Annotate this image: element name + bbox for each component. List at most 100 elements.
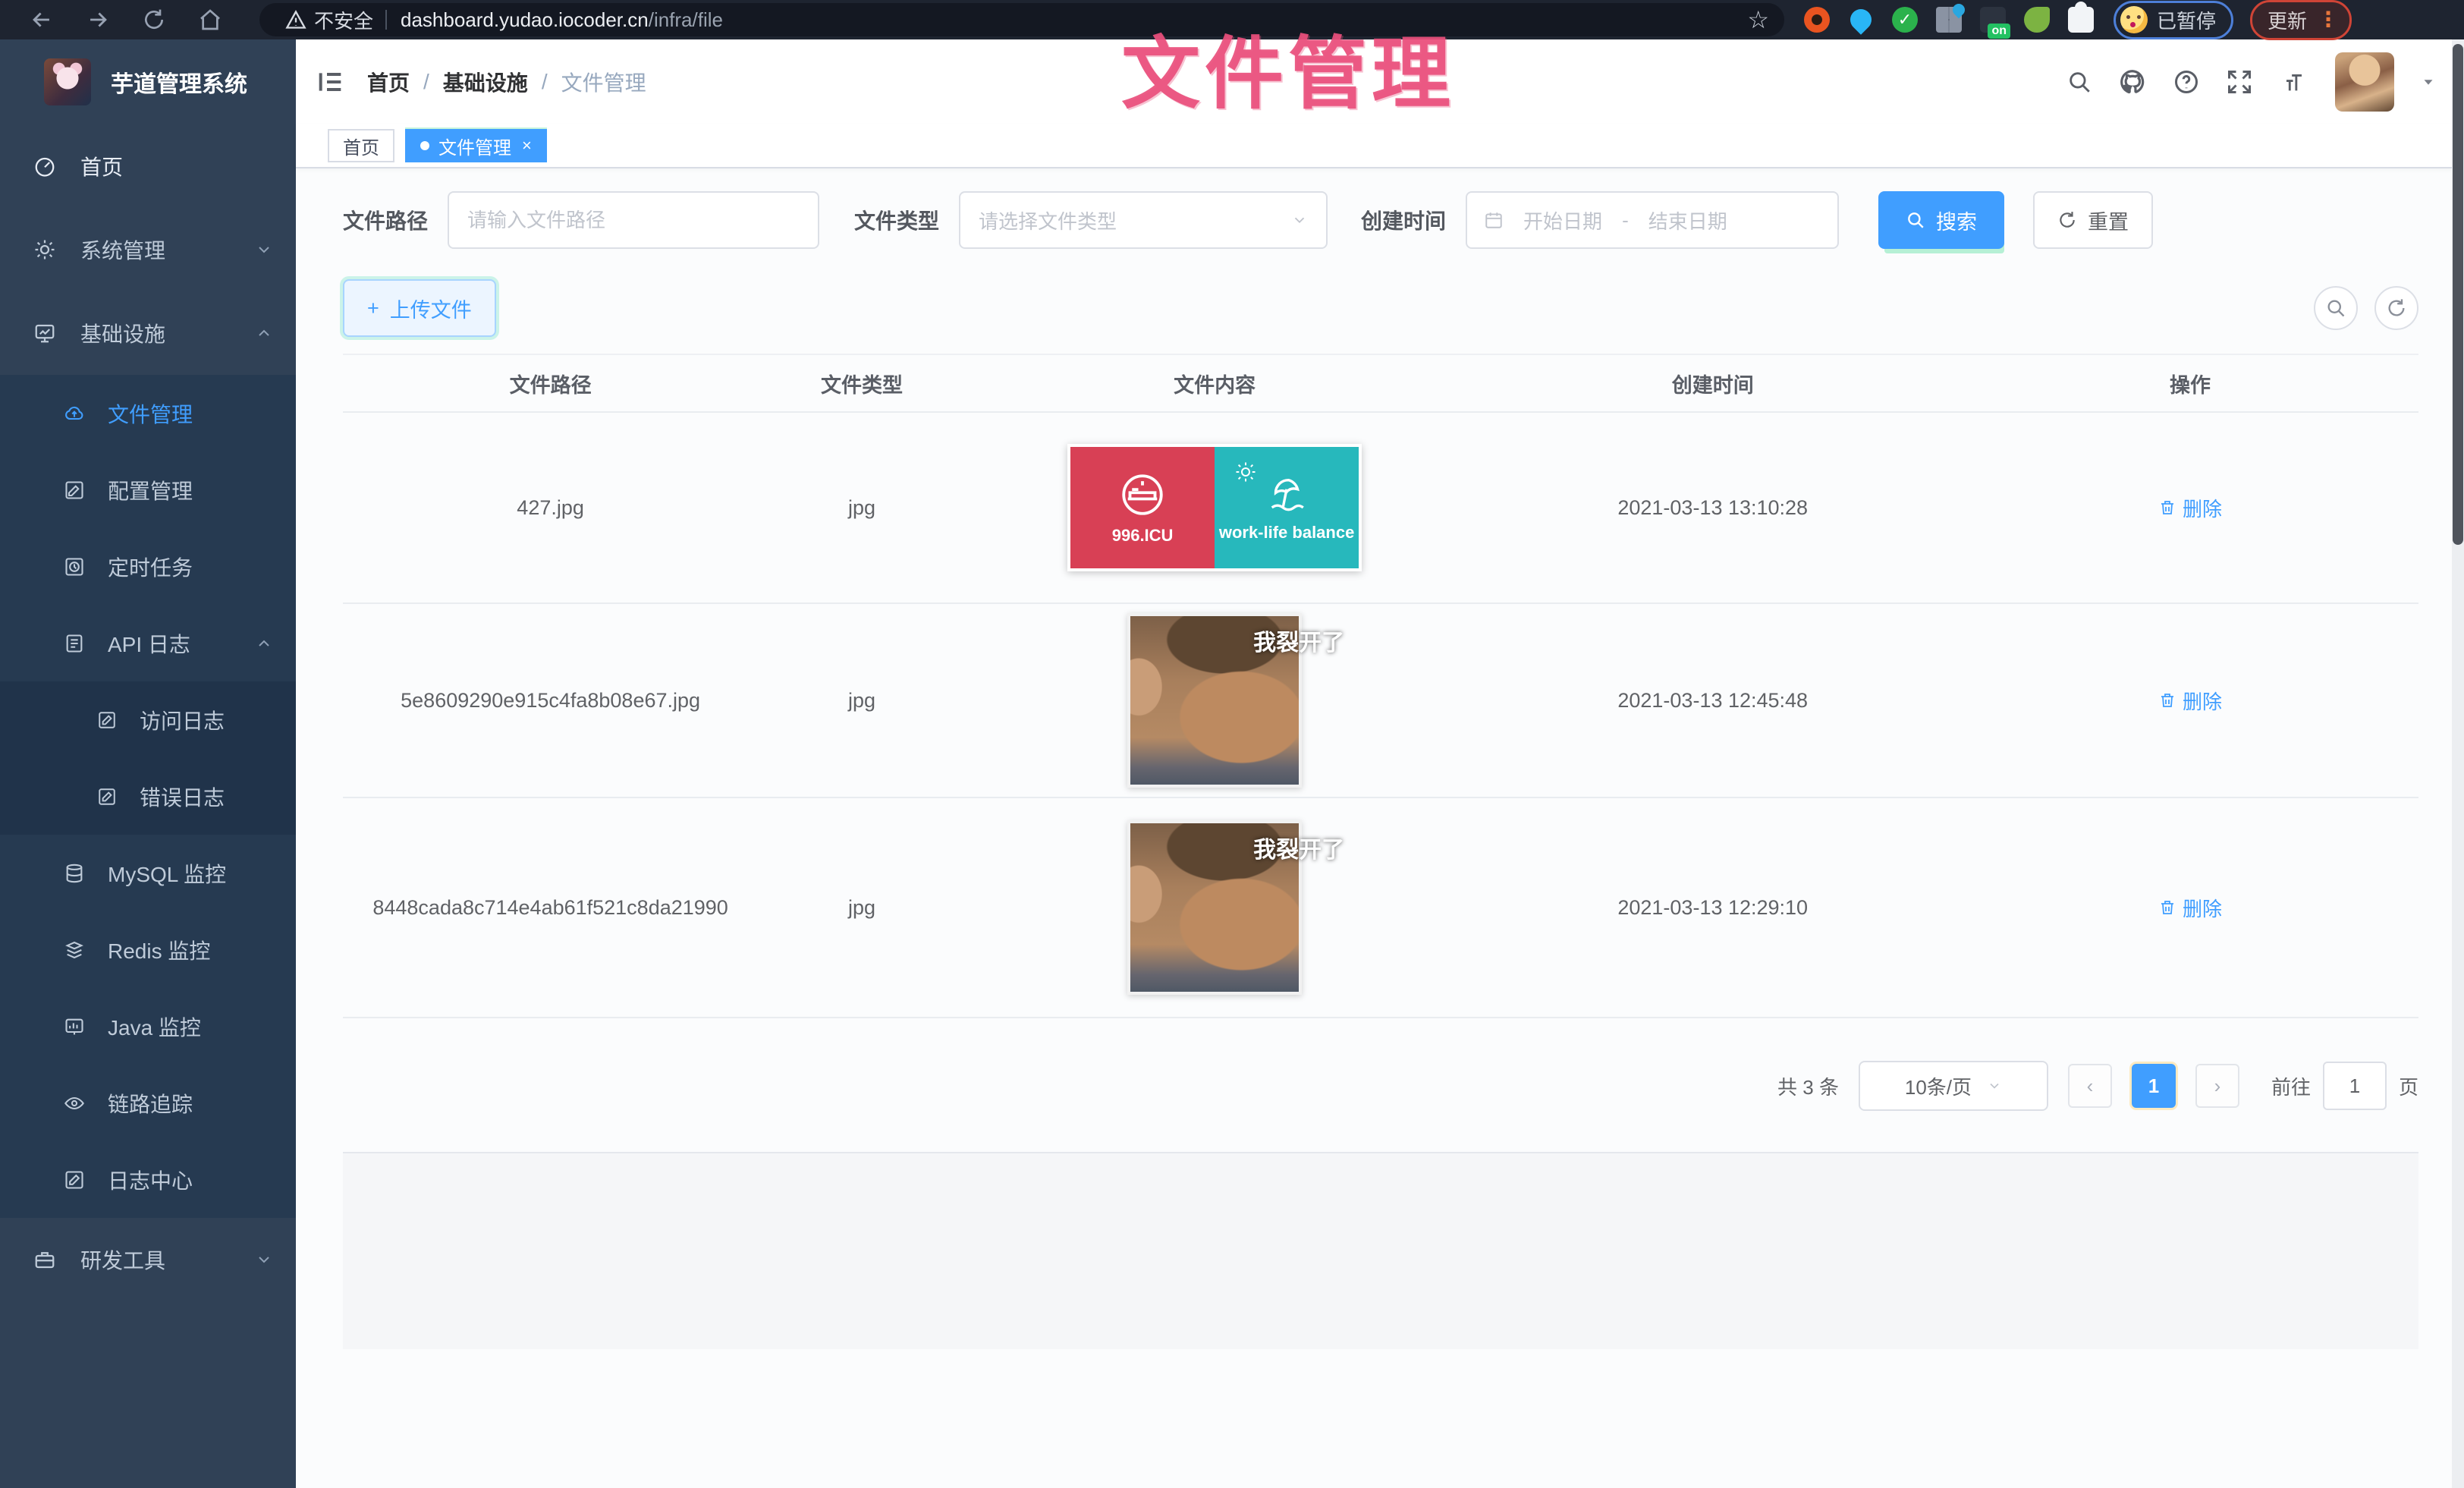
search-button[interactable]: 搜索	[1878, 191, 2004, 249]
eye-icon	[64, 1093, 85, 1114]
end-date-placeholder[interactable]: 结束日期	[1648, 206, 1727, 234]
sidebar-item-dev-tools[interactable]: 研发工具	[0, 1218, 296, 1301]
delete-button[interactable]: 删除	[2158, 494, 2222, 522]
file-content-cell: 我裂开了	[966, 820, 1464, 995]
scrollbar-thumb[interactable]	[2453, 44, 2463, 545]
extension-pin-icon[interactable]	[1848, 7, 1874, 33]
file-type-select[interactable]: 请选择文件类型	[959, 191, 1328, 249]
column-header-type: 文件类型	[758, 369, 966, 398]
sidebar-item-java-monitor[interactable]: Java 监控	[0, 988, 296, 1065]
fullscreen-icon[interactable]	[2226, 68, 2253, 96]
extension-green-check-icon[interactable]: ✓	[1892, 7, 1918, 33]
sidebar-item-log-center[interactable]: 日志中心	[0, 1141, 296, 1218]
sidebar-item-label: API 日志	[108, 628, 190, 659]
breadcrumb-separator: /	[542, 70, 548, 94]
extensions-puzzle-icon[interactable]	[2068, 7, 2094, 33]
error-log-icon	[97, 787, 117, 807]
font-size-icon[interactable]	[2279, 68, 2309, 96]
browser-update-button[interactable]: 更新 ⋮	[2250, 0, 2352, 40]
tab-label: 首页	[343, 133, 379, 159]
goto-page-input[interactable]	[2323, 1062, 2387, 1110]
gear-icon	[33, 238, 56, 261]
extension-proxy-icon[interactable]: on	[1980, 7, 2006, 33]
sidebar-item-file-management[interactable]: 文件管理	[0, 375, 296, 451]
tab-home[interactable]: 首页	[328, 129, 394, 162]
file-preview-baby-meme-image[interactable]: 我裂开了	[1127, 613, 1302, 788]
prev-page-button[interactable]: ‹	[2068, 1064, 2112, 1108]
github-icon[interactable]	[2118, 68, 2147, 96]
security-label[interactable]: 不安全	[314, 6, 373, 34]
sidebar-item-infrastructure[interactable]: 基础设施	[0, 291, 296, 375]
sidebar-item-home[interactable]: 首页	[0, 124, 296, 208]
toggle-search-button[interactable]	[2314, 286, 2358, 330]
column-header-action: 操作	[1962, 369, 2418, 398]
bookmark-star-icon[interactable]: ☆	[1747, 5, 1769, 34]
breadcrumb-section[interactable]: 基础设施	[443, 67, 528, 97]
reset-button[interactable]: 重置	[2033, 191, 2153, 249]
tab-file-management[interactable]: 文件管理 ×	[405, 129, 547, 162]
sidebar-item-system[interactable]: 系统管理	[0, 208, 296, 291]
sidebar-item-access-log[interactable]: 访问日志	[0, 681, 296, 758]
help-icon[interactable]	[2173, 68, 2200, 96]
start-date-placeholder[interactable]: 开始日期	[1523, 206, 1602, 234]
sidebar-item-trace[interactable]: 链路追踪	[0, 1065, 296, 1141]
upload-button-label: 上传文件	[390, 294, 472, 323]
delete-button[interactable]: 删除	[2158, 894, 2222, 922]
annotation-title: 文件管理	[1121, 9, 1455, 124]
browser-back-icon[interactable]	[24, 2, 59, 37]
browser-menu-dots-icon[interactable]: ⋮	[2318, 9, 2339, 30]
sidebar-item-mysql-monitor[interactable]: MySQL 监控	[0, 835, 296, 911]
search-icon[interactable]	[2066, 69, 2092, 95]
table-row: 427.jpg jpg 996.ICU	[343, 413, 2418, 604]
app-logo-row[interactable]: 芋道管理系统	[0, 39, 296, 124]
table-header-row: 文件路径 文件类型 文件内容 创建时间 操作	[343, 354, 2418, 413]
file-path-field[interactable]	[448, 191, 819, 249]
browser-reload-icon[interactable]	[137, 2, 171, 37]
delete-label: 删除	[2183, 894, 2222, 922]
next-page-button[interactable]: ›	[2195, 1064, 2239, 1108]
sidebar-item-api-log[interactable]: API 日志	[0, 605, 296, 681]
996icu-panel: 996.ICU	[1070, 447, 1215, 568]
column-header-created: 创建时间	[1463, 369, 1962, 398]
file-preview-baby-meme-image[interactable]: 我裂开了	[1127, 820, 1302, 995]
close-tab-icon[interactable]: ×	[522, 136, 532, 156]
table-row: 8448cada8c714e4ab61f521c8da21990 jpg 我裂开…	[343, 798, 2418, 1018]
sidebar-item-error-log[interactable]: 错误日志	[0, 758, 296, 835]
extensions-row: ✓ on	[1804, 7, 2094, 33]
profile-avatar	[2120, 6, 2148, 33]
delete-button[interactable]: 删除	[2158, 687, 2222, 715]
page-size-select[interactable]: 10条/页	[1859, 1061, 2048, 1111]
file-page-content: 文件路径 文件类型 请选择文件类型 创建时间 开始日期 - 结束日期	[296, 168, 2464, 1349]
browser-forward-icon[interactable]	[80, 2, 115, 37]
dashboard-icon	[33, 155, 56, 178]
extension-orange-icon[interactable]	[1804, 7, 1830, 33]
file-preview-996icu-image[interactable]: 996.ICU work-life balance	[1067, 444, 1362, 571]
date-range-picker[interactable]: 开始日期 - 结束日期	[1466, 191, 1839, 249]
goto-page-group: 前往 页	[2271, 1062, 2418, 1110]
upload-file-button[interactable]: + 上传文件	[343, 279, 496, 337]
current-page-button[interactable]: 1	[2132, 1064, 2176, 1108]
page-scrollbar[interactable]	[2452, 39, 2464, 1488]
caret-down-icon[interactable]	[2420, 74, 2437, 90]
url-text[interactable]: dashboard.yudao.iocoder.cn/infra/file	[401, 8, 723, 32]
sidebar-item-redis-monitor[interactable]: Redis 监控	[0, 911, 296, 988]
search-form: 文件路径 文件类型 请选择文件类型 创建时间 开始日期 - 结束日期	[343, 191, 2418, 249]
browser-home-icon[interactable]	[193, 2, 228, 37]
file-path-input[interactable]	[467, 209, 800, 232]
refresh-table-button[interactable]	[2374, 286, 2418, 330]
hamburger-icon[interactable]	[316, 67, 346, 97]
bed-icon	[1117, 470, 1168, 520]
edit-icon	[64, 480, 85, 501]
sidebar-item-label: 访问日志	[140, 705, 225, 735]
baby-meme-caption: 我裂开了	[1215, 831, 1383, 864]
user-avatar[interactable]	[2335, 52, 2394, 112]
sidebar-item-config-management[interactable]: 配置管理	[0, 451, 296, 528]
extension-leaf-icon[interactable]	[2024, 7, 2050, 33]
breadcrumb-home[interactable]: 首页	[367, 67, 410, 97]
extension-grid-icon[interactable]	[1936, 7, 1962, 33]
browser-profile-badge[interactable]: 已暂停	[2114, 1, 2233, 39]
not-secure-warning-icon	[285, 9, 306, 30]
address-bar[interactable]: 不安全 dashboard.yudao.iocoder.cn/infra/fil…	[259, 3, 1784, 36]
url-domain: dashboard.yudao.iocoder.cn	[401, 8, 649, 31]
sidebar-item-scheduled-jobs[interactable]: 定时任务	[0, 528, 296, 605]
